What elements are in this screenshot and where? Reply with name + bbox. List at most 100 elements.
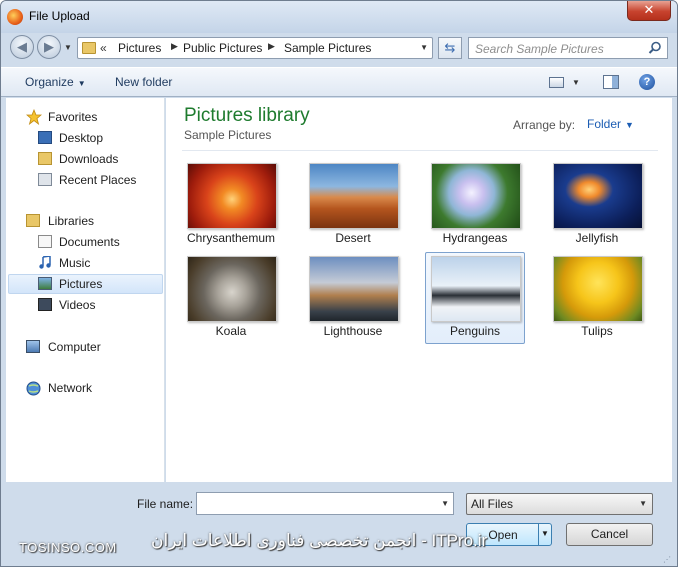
window-title: File Upload bbox=[29, 9, 90, 23]
view-options-caret[interactable]: ▼ bbox=[572, 78, 580, 87]
file-name-label: Tulips bbox=[581, 324, 613, 338]
close-button[interactable]: ✕ bbox=[627, 1, 671, 21]
file-item-tulips[interactable]: Tulips bbox=[547, 252, 647, 344]
videos-label: Videos bbox=[59, 298, 96, 312]
title-bar: File Upload ✕ bbox=[1, 1, 677, 33]
cancel-button[interactable]: Cancel bbox=[566, 523, 653, 546]
organize-menu[interactable]: Organize ▼ bbox=[25, 75, 86, 89]
sidebar-item-videos[interactable]: Videos bbox=[8, 295, 163, 315]
search-input[interactable] bbox=[475, 41, 645, 56]
chevron-down-icon[interactable]: ▼ bbox=[441, 499, 449, 508]
sidebar-item-documents[interactable]: Documents bbox=[8, 232, 163, 252]
watermark-right: ITPro.ir - انجمن تخصصی فناوری اطلاعات ای… bbox=[151, 531, 488, 550]
file-name-field[interactable] bbox=[201, 496, 431, 511]
file-type-value: All Files bbox=[471, 497, 514, 511]
file-name-label: Hydrangeas bbox=[442, 231, 508, 245]
downloads-folder-icon bbox=[38, 152, 52, 165]
file-name-label: Jellyfish bbox=[575, 231, 619, 245]
file-item-penguins[interactable]: Penguins bbox=[425, 252, 525, 344]
chevron-down-icon: ▼ bbox=[625, 120, 634, 130]
pictures-icon bbox=[38, 277, 52, 290]
computer-icon bbox=[26, 340, 40, 353]
desktop-icon bbox=[38, 131, 52, 144]
change-view-icon[interactable] bbox=[549, 77, 564, 88]
sidebar-item-music[interactable]: Music bbox=[8, 253, 163, 273]
breadcrumb-separator[interactable]: ▶ bbox=[268, 41, 275, 52]
sidebar-item-desktop[interactable]: Desktop bbox=[8, 128, 163, 148]
pictures-label: Pictures bbox=[59, 277, 103, 291]
firefox-icon bbox=[7, 9, 23, 25]
file-name-combobox[interactable]: ▼ bbox=[196, 492, 454, 515]
network-label: Network bbox=[48, 381, 93, 395]
sidebar-item-downloads[interactable]: Downloads bbox=[8, 149, 163, 169]
organize-label: Organize bbox=[25, 75, 74, 89]
file-item-lighthouse[interactable]: Lighthouse bbox=[303, 252, 403, 344]
watermark-left: TOSINSO.COM bbox=[19, 540, 117, 555]
refresh-button[interactable]: ⇆ bbox=[438, 37, 462, 59]
chevron-down-icon: ▼ bbox=[639, 499, 647, 508]
file-type-select[interactable]: All Files ▼ bbox=[466, 493, 653, 515]
sidebar-item-libraries[interactable]: Libraries bbox=[8, 211, 163, 231]
chevron-down-icon: ▼ bbox=[77, 79, 86, 88]
search-icon[interactable] bbox=[648, 41, 662, 55]
sidebar-item-computer[interactable]: Computer bbox=[8, 337, 163, 357]
file-name-label: Penguins bbox=[449, 324, 501, 338]
arrange-by-label: Arrange by: bbox=[513, 118, 576, 132]
file-item-chrysanthemum[interactable]: Chrysanthemum bbox=[181, 159, 281, 251]
computer-label: Computer bbox=[48, 340, 101, 354]
file-item-koala[interactable]: Koala bbox=[181, 252, 281, 344]
network-icon bbox=[26, 381, 41, 396]
arrange-by-dropdown[interactable]: Folder ▼ bbox=[587, 117, 634, 131]
hydrangeas-thumbnail bbox=[431, 163, 521, 229]
navigation-pane: Favorites Desktop Downloads Recent Place… bbox=[6, 98, 165, 482]
sidebar-item-pictures[interactable]: Pictures bbox=[8, 274, 163, 294]
search-box[interactable] bbox=[468, 37, 668, 59]
documents-icon bbox=[38, 235, 52, 248]
split-divider bbox=[538, 524, 539, 545]
arrange-by-value: Folder bbox=[587, 117, 622, 131]
help-icon[interactable]: ? bbox=[639, 74, 655, 90]
back-button[interactable]: ◀ bbox=[10, 35, 34, 59]
file-list-pane: Pictures library Sample Pictures Arrange… bbox=[166, 98, 672, 482]
breadcrumb-sample-pictures[interactable]: Sample Pictures bbox=[284, 41, 371, 55]
forward-button[interactable]: ▶ bbox=[37, 35, 61, 59]
new-folder-button[interactable]: New folder bbox=[115, 75, 172, 89]
overflow-chevron[interactable]: « bbox=[100, 41, 107, 55]
command-toolbar: Organize ▼ New folder ▼ ? bbox=[1, 67, 677, 97]
breadcrumb-public-pictures[interactable]: Public Pictures bbox=[183, 41, 262, 55]
file-name-label: Chrysanthemum bbox=[186, 231, 276, 245]
downloads-label: Downloads bbox=[59, 152, 119, 166]
library-subtitle: Sample Pictures bbox=[184, 128, 272, 142]
chrysanthemum-thumbnail bbox=[187, 163, 277, 229]
recent-places-label: Recent Places bbox=[59, 173, 137, 187]
address-bar[interactable]: « Pictures ▶ Public Pictures ▶ Sample Pi… bbox=[77, 37, 433, 59]
file-upload-dialog: File Upload ✕ ◀ ▶ ▼ « Pictures ▶ Public … bbox=[0, 0, 678, 567]
file-item-hydrangeas[interactable]: Hydrangeas bbox=[425, 159, 525, 251]
file-name-label: Koala bbox=[215, 324, 247, 338]
breadcrumb-pictures[interactable]: Pictures bbox=[118, 41, 161, 55]
tulips-thumbnail bbox=[553, 256, 643, 322]
header-divider bbox=[182, 150, 658, 151]
libraries-label: Libraries bbox=[48, 214, 95, 228]
recent-places-icon bbox=[38, 173, 52, 186]
breadcrumb-separator[interactable]: ▶ bbox=[171, 41, 178, 52]
library-title: Pictures library bbox=[184, 105, 310, 126]
address-dropdown-caret[interactable]: ▼ bbox=[420, 43, 428, 52]
desktop-label: Desktop bbox=[59, 131, 104, 145]
file-item-desert[interactable]: Desert bbox=[303, 159, 403, 251]
desert-thumbnail bbox=[309, 163, 399, 229]
file-name-label: Desert bbox=[335, 231, 371, 245]
file-name-panel: File name: ▼ All Files ▼ Open ▼ Cancel ⋰… bbox=[1, 483, 677, 566]
sidebar-item-recent-places[interactable]: Recent Places bbox=[8, 170, 163, 190]
sidebar-item-network[interactable]: Network bbox=[8, 378, 163, 398]
file-name-label: Lighthouse bbox=[323, 324, 383, 338]
recent-locations-caret[interactable]: ▼ bbox=[64, 43, 72, 52]
file-name-label: File name: bbox=[137, 497, 194, 511]
resize-grip[interactable]: ⋰ bbox=[663, 555, 671, 564]
libraries-icon bbox=[26, 214, 40, 227]
sidebar-item-favorites[interactable]: Favorites bbox=[8, 107, 163, 127]
file-item-jellyfish[interactable]: Jellyfish bbox=[547, 159, 647, 251]
folder-icon bbox=[82, 42, 96, 54]
preview-pane-icon[interactable] bbox=[603, 75, 619, 89]
open-options-caret[interactable]: ▼ bbox=[541, 529, 549, 538]
